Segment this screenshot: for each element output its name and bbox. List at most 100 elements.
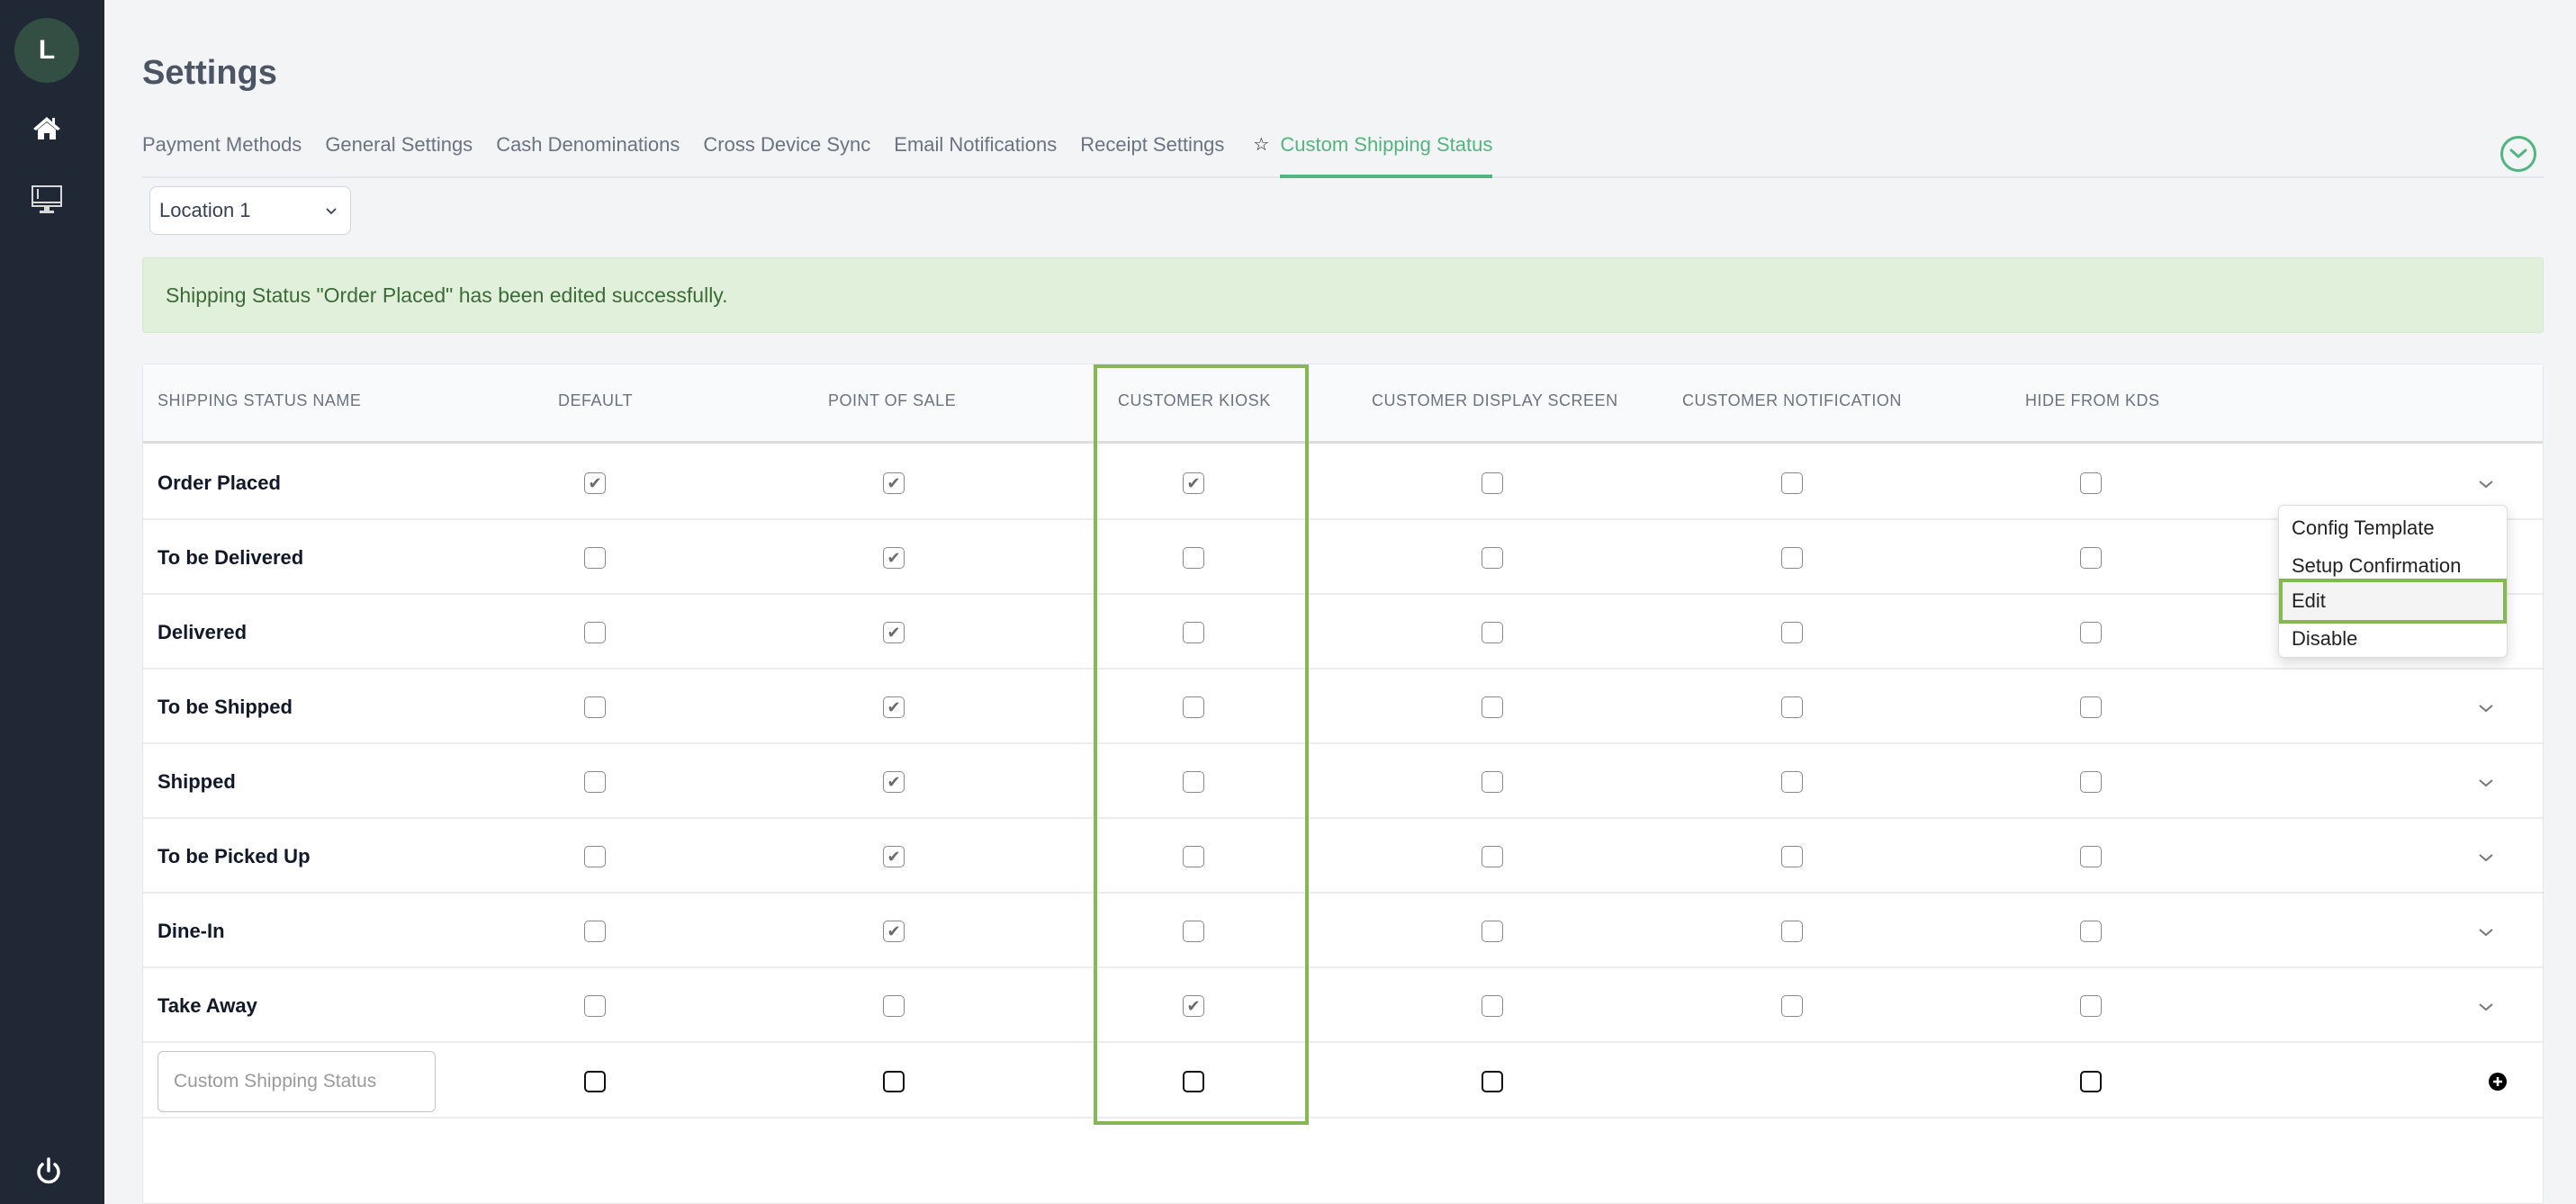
default-checkbox[interactable]: ✔	[584, 472, 606, 494]
pos-checkbox[interactable]: ✔	[883, 921, 905, 942]
tab-email-notifications[interactable]: Email Notifications	[894, 130, 1057, 178]
notification-checkbox[interactable]	[1781, 771, 1803, 793]
status-name: Shipped	[158, 769, 236, 793]
avatar[interactable]: L	[14, 18, 79, 83]
status-name: To be Shipped	[158, 695, 293, 718]
default-checkbox[interactable]	[584, 921, 606, 942]
pos-checkbox[interactable]: ✔	[883, 846, 905, 867]
table-header: SHIPPING STATUS NAME DEFAULT POINT OF SA…	[143, 364, 2543, 444]
display-checkbox[interactable]	[1482, 622, 1503, 643]
hide-kds-checkbox[interactable]	[2080, 472, 2102, 494]
menu-item-config-template[interactable]: Config Template	[2279, 509, 2507, 547]
column-header-customer-display-screen: CUSTOMER DISPLAY SCREEN	[1372, 391, 1618, 409]
column-header-hide-from-kds: HIDE FROM KDS	[2025, 391, 2160, 409]
tab-cash-denominations[interactable]: Cash Denominations	[496, 130, 680, 178]
custom-shipping-status-input[interactable]	[158, 1051, 436, 1112]
kiosk-checkbox[interactable]	[1183, 921, 1204, 942]
checkmark-icon: ✔	[1186, 474, 1201, 492]
notification-checkbox[interactable]	[1781, 622, 1803, 643]
menu-item-disable[interactable]: Disable	[2279, 620, 2507, 658]
location-select-value: Location 1	[159, 199, 251, 221]
menu-item-edit[interactable]: Edit	[2279, 579, 2507, 624]
tab-cross-device-sync[interactable]: Cross Device Sync	[703, 130, 870, 178]
new-display-checkbox[interactable]	[1482, 1071, 1503, 1092]
column-header-customer-notification: CUSTOMER NOTIFICATION	[1682, 391, 1902, 409]
default-checkbox[interactable]	[584, 771, 606, 793]
home-icon	[33, 117, 60, 139]
new-hide-kds-checkbox[interactable]	[2080, 1071, 2102, 1092]
alert-message: Shipping Status "Order Placed" has been …	[166, 283, 728, 307]
pos-checkbox[interactable]: ✔	[883, 472, 905, 494]
notification-checkbox[interactable]	[1781, 846, 1803, 867]
default-checkbox[interactable]	[584, 846, 606, 867]
table-row: Take Away ✔	[143, 968, 2543, 1043]
pos-checkbox[interactable]: ✔	[883, 547, 905, 569]
column-header-customer-kiosk: CUSTOMER KIOSK	[1118, 391, 1271, 409]
status-name: Order Placed	[158, 471, 281, 494]
kiosk-checkbox[interactable]: ✔	[1183, 995, 1204, 1017]
star-icon[interactable]: ☆	[1253, 130, 1269, 178]
row-actions-chevron[interactable]	[2474, 995, 2498, 1019]
pos-checkbox[interactable]: ✔	[883, 696, 905, 718]
notification-checkbox[interactable]	[1781, 921, 1803, 942]
default-checkbox[interactable]	[584, 547, 606, 569]
chevron-down-icon	[2479, 1003, 2493, 1011]
hide-kds-checkbox[interactable]	[2080, 622, 2102, 643]
default-checkbox[interactable]	[584, 995, 606, 1017]
new-pos-checkbox[interactable]	[883, 1071, 905, 1092]
checkmark-icon: ✔	[887, 922, 901, 940]
hide-kds-checkbox[interactable]	[2080, 547, 2102, 569]
display-checkbox[interactable]	[1482, 846, 1503, 867]
default-checkbox[interactable]	[584, 696, 606, 718]
add-icon[interactable]	[2487, 1071, 2508, 1092]
column-header-default: DEFAULT	[558, 391, 634, 409]
notification-checkbox[interactable]	[1781, 995, 1803, 1017]
pos-checkbox[interactable]	[883, 995, 905, 1017]
kiosk-checkbox[interactable]	[1183, 547, 1204, 569]
hide-kds-checkbox[interactable]	[2080, 771, 2102, 793]
kiosk-checkbox[interactable]	[1183, 622, 1204, 643]
sidebar-item-devices[interactable]	[27, 180, 67, 220]
location-select[interactable]: Location 1	[149, 186, 351, 235]
row-actions-chevron[interactable]	[2474, 696, 2498, 720]
tab-payment-methods[interactable]: Payment Methods	[142, 130, 302, 178]
default-checkbox[interactable]	[584, 622, 606, 643]
new-default-checkbox[interactable]	[584, 1071, 606, 1092]
display-checkbox[interactable]	[1482, 771, 1503, 793]
sidebar-item-logout[interactable]	[29, 1152, 68, 1191]
tab-general-settings[interactable]: General Settings	[325, 130, 473, 178]
display-checkbox[interactable]	[1482, 547, 1503, 569]
sidebar: L	[0, 0, 104, 1204]
notification-checkbox[interactable]	[1781, 547, 1803, 569]
display-checkbox[interactable]	[1482, 472, 1503, 494]
kiosk-checkbox[interactable]: ✔	[1183, 472, 1204, 494]
hide-kds-checkbox[interactable]	[2080, 846, 2102, 867]
notification-checkbox[interactable]	[1781, 472, 1803, 494]
row-actions-chevron[interactable]	[2474, 771, 2498, 795]
row-actions-menu: Config Template Setup Confirmation Edit …	[2278, 505, 2508, 658]
notification-checkbox[interactable]	[1781, 696, 1803, 718]
row-actions-chevron[interactable]	[2474, 921, 2498, 944]
hide-kds-checkbox[interactable]	[2080, 921, 2102, 942]
tab-custom-shipping-status[interactable]: Custom Shipping Status	[1280, 130, 1493, 178]
kiosk-checkbox[interactable]	[1183, 846, 1204, 867]
hide-kds-checkbox[interactable]	[2080, 995, 2102, 1017]
pos-checkbox[interactable]: ✔	[883, 622, 905, 643]
hide-kds-checkbox[interactable]	[2080, 696, 2102, 718]
row-actions-chevron[interactable]	[2474, 472, 2498, 496]
row-actions-chevron[interactable]	[2474, 846, 2498, 869]
display-checkbox[interactable]	[1482, 995, 1503, 1017]
chevron-down-icon	[2479, 779, 2493, 787]
kiosk-checkbox[interactable]	[1183, 696, 1204, 718]
kiosk-checkbox[interactable]	[1183, 771, 1204, 793]
new-kiosk-checkbox[interactable]	[1183, 1071, 1204, 1092]
shipping-status-table: SHIPPING STATUS NAME DEFAULT POINT OF SA…	[142, 364, 2544, 1204]
display-checkbox[interactable]	[1482, 696, 1503, 718]
collapse-button[interactable]	[2500, 136, 2536, 172]
display-checkbox[interactable]	[1482, 921, 1503, 942]
checkmark-icon: ✔	[1186, 997, 1201, 1015]
status-name: Take Away	[158, 993, 257, 1017]
sidebar-item-home[interactable]	[27, 108, 67, 148]
pos-checkbox[interactable]: ✔	[883, 771, 905, 793]
tab-receipt-settings[interactable]: Receipt Settings	[1080, 130, 1224, 178]
